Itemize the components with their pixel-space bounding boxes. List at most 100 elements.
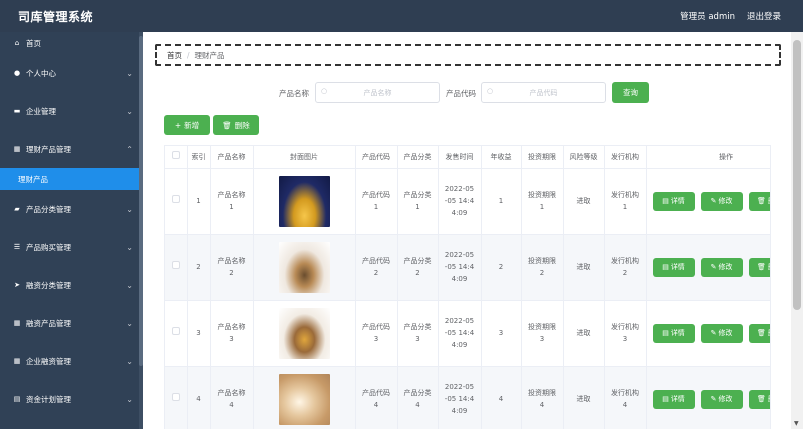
table-header-row: 索引 产品名称 封面图片 产品代码 产品分类 发售时间 年收益 投资期限 风险等…: [165, 146, 770, 169]
row-index: 1: [187, 168, 211, 235]
breadcrumb-separator: /: [187, 50, 190, 60]
edit-label: 修改: [718, 197, 733, 205]
table-header-cell: 产品代码: [355, 146, 398, 169]
sidebar-item-financing-products[interactable]: ▦ 融资产品管理 ⌄: [0, 304, 143, 342]
row-term: 投资期限 1: [521, 168, 564, 235]
row-date: 2022-05 -05 14:4 4:09: [438, 300, 482, 367]
sidebar-item-label: 融资产品管理: [26, 318, 71, 328]
trash-icon: 🗑: [757, 197, 766, 205]
product-name-label: 产品名称: [279, 89, 309, 98]
detail-button[interactable]: ▤ 详情: [652, 257, 695, 277]
row-name: 产品名称 1: [210, 168, 254, 235]
edit-button[interactable]: ✎ 修改: [700, 323, 743, 343]
delete-button[interactable]: 🗑删除: [748, 389, 770, 409]
sidebar-item-home[interactable]: ⌂ 首页: [0, 32, 143, 54]
row-term: 投资期限 4: [521, 366, 564, 429]
edit-label: 修改: [718, 395, 733, 403]
chevron-down-icon: ⌄: [126, 242, 133, 252]
table-row: 1 产品名称 1 产品代码 1 产品分类 1 2022-05 -05 14:4 …: [165, 168, 770, 235]
search-icon: ○: [487, 87, 494, 95]
edit-button[interactable]: ✎ 修改: [700, 389, 743, 409]
edit-button[interactable]: ✎ 修改: [700, 191, 743, 211]
delete-button[interactable]: 🗑删除: [748, 257, 770, 277]
row-index: 3: [187, 300, 211, 367]
row-actions: ▤详情 ✎修改 🗑删除: [646, 366, 770, 429]
batch-delete-button[interactable]: 🗑 删除: [213, 115, 259, 135]
row-code: 产品代码 3: [355, 300, 398, 367]
grid-icon: ▦: [13, 319, 21, 327]
sidebar-item-financing-category[interactable]: ➤ 融资分类管理 ⌄: [0, 266, 143, 304]
chevron-down-icon: ⌄: [126, 356, 133, 366]
sidebar-item-product-category[interactable]: ▰ 产品分类管理 ⌄: [0, 190, 143, 228]
trash-icon: 🗑: [222, 120, 232, 130]
detail-label: 详情: [670, 263, 685, 271]
page-scrollbar[interactable]: ▼: [791, 32, 803, 429]
row-yield: 4: [481, 366, 522, 429]
row-issuer: 发行机构 1: [604, 168, 647, 235]
logout-link[interactable]: 退出登录: [747, 10, 781, 22]
sidebar-item-label: 企业管理: [26, 106, 56, 116]
detail-button[interactable]: ▤ 详情: [652, 389, 695, 409]
row-category: 产品分类 2: [397, 234, 439, 301]
row-index: 2: [187, 234, 211, 301]
scroll-down-icon[interactable]: ▼: [794, 420, 799, 427]
sidebar-item-product-purchase[interactable]: ☰ 产品购买管理 ⌄: [0, 228, 143, 266]
sidebar-item-label: 资金计划管理: [26, 394, 71, 404]
row-select[interactable]: [165, 300, 188, 367]
detail-icon: ▤: [662, 197, 669, 205]
top-bar: 司库管理系统 管理员 admin 退出登录: [0, 0, 803, 32]
table-header-cell: 索引: [187, 146, 211, 169]
detail-button[interactable]: ▤ 详情: [652, 323, 695, 343]
breadcrumb-current: 理财产品: [194, 50, 225, 60]
chevron-down-icon: ⌄: [126, 280, 133, 290]
sidebar-item-wealth-products[interactable]: ▦ 理财产品管理 ⌃: [0, 130, 143, 168]
checkbox[interactable]: [171, 195, 180, 203]
delete-button[interactable]: 🗑删除: [748, 323, 770, 343]
table-header-cell: 封面图片: [253, 146, 356, 169]
checkbox[interactable]: [171, 327, 180, 335]
current-user: 管理员 admin: [680, 12, 735, 22]
table-header-cell: 年收益: [481, 146, 522, 169]
sidebar-item-label: 理财产品管理: [26, 144, 71, 154]
doc-icon: ▤: [13, 395, 21, 403]
query-button[interactable]: 查询: [612, 82, 649, 103]
row-code: 产品代码 1: [355, 168, 398, 235]
table-header-cell: 投资期限: [521, 146, 564, 169]
edit-button[interactable]: ✎ 修改: [700, 257, 743, 277]
row-cover: [253, 168, 356, 235]
product-code-field[interactable]: ○: [481, 82, 606, 103]
product-code-input[interactable]: [482, 83, 605, 102]
row-select[interactable]: [165, 234, 188, 301]
scrollbar-thumb[interactable]: [793, 40, 801, 310]
product-name-input[interactable]: [316, 83, 439, 102]
detail-icon: ▤: [662, 263, 669, 271]
product-name-field[interactable]: ○: [315, 82, 440, 103]
user-icon: ●: [13, 69, 21, 77]
row-code: 产品代码 2: [355, 234, 398, 301]
add-button[interactable]: + 新增: [164, 115, 210, 135]
detail-icon: ▤: [662, 329, 669, 337]
sidebar-item-fund-plan[interactable]: ▤ 资金计划管理 ⌄: [0, 380, 143, 418]
breadcrumb-home[interactable]: 首页: [167, 50, 182, 61]
main-content: 首页 / 理财产品 产品名称 ○ 产品代码 ○ 查询 + 新增 🗑 删除: [143, 32, 791, 429]
detail-button[interactable]: ▤ 详情: [652, 191, 695, 211]
checkbox[interactable]: [171, 393, 180, 401]
header-select-all[interactable]: [165, 146, 188, 169]
app-title: 司库管理系统: [18, 9, 94, 24]
row-name: 产品名称 2: [210, 234, 254, 301]
plus-icon: +: [174, 120, 182, 130]
table-header-cell: 操作: [646, 146, 770, 169]
sidebar-item-company[interactable]: ▬ 企业管理 ⌄: [0, 92, 143, 130]
sidebar-subitem-wealth-product[interactable]: 理财产品: [0, 168, 139, 190]
sidebar-item-personal-center[interactable]: ● 个人中心 ⌄: [0, 54, 143, 92]
checkbox[interactable]: [171, 261, 180, 269]
row-name: 产品名称 4: [210, 366, 254, 429]
building-icon: ▬: [13, 107, 21, 115]
sidebar-item-company-financing[interactable]: ▦ 企业融资管理 ⌄: [0, 342, 143, 380]
chevron-down-icon: ⌄: [126, 204, 133, 214]
row-select[interactable]: [165, 168, 188, 235]
row-select[interactable]: [165, 366, 188, 429]
checkbox[interactable]: [171, 150, 180, 159]
delete-button[interactable]: 🗑删除: [748, 191, 770, 211]
sidebar-subitem-label: 理财产品: [18, 174, 48, 184]
